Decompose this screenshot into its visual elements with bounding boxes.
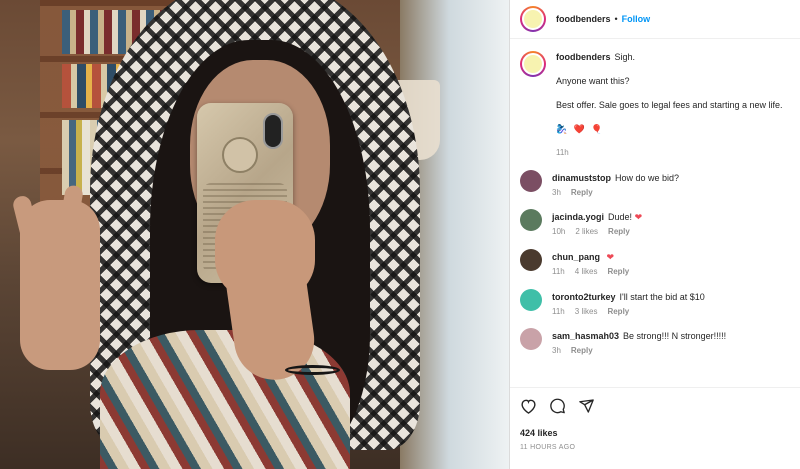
reply-button[interactable]: Reply [607, 267, 629, 276]
commenter-avatar[interactable] [520, 288, 542, 311]
post-photo[interactable] [0, 0, 509, 469]
comment-text: I'll start the bid at $10 [619, 291, 705, 302]
caption-username[interactable]: foodbenders [556, 52, 611, 62]
commenter-username[interactable]: sam_hasmah03 [552, 331, 619, 341]
bracelet [285, 365, 340, 375]
header-username[interactable]: foodbenders [556, 14, 611, 24]
comment-icon[interactable] [549, 398, 566, 414]
comments-section[interactable]: foodbenders Sigh. Anyone want this? Best … [510, 39, 800, 387]
caption-avatar[interactable] [520, 51, 546, 77]
follow-button[interactable]: Follow [622, 14, 651, 24]
reply-button[interactable]: Reply [571, 188, 593, 197]
comment-time[interactable]: 11h [552, 267, 565, 276]
comment-time[interactable]: 3h [552, 188, 561, 197]
reply-button[interactable]: Reply [607, 307, 629, 316]
post-caption: foodbenders Sigh. Anyone want this? Best … [520, 51, 790, 159]
comment-item: toronto2turkey I'll start the bid at $10 … [520, 288, 790, 318]
reply-button[interactable]: Reply [608, 227, 630, 236]
post-actions: 424 likes 11 HOURS AGO [510, 387, 800, 469]
comment-time[interactable]: 3h [552, 346, 561, 355]
heart-emoji: ❤ [606, 252, 615, 263]
phone-camera [263, 113, 283, 149]
phone-logo [222, 137, 258, 173]
caption-time[interactable]: 11h [556, 148, 569, 157]
comment-likes[interactable]: 3 likes [575, 307, 598, 316]
comment-time[interactable]: 11h [552, 307, 565, 316]
commenter-avatar[interactable] [520, 209, 542, 232]
separator-dot: • [614, 14, 618, 24]
heart-icon[interactable] [520, 398, 537, 414]
post-side-panel: foodbenders • Follow foodbenders Sigh. An… [509, 0, 800, 469]
post-header: foodbenders • Follow [510, 0, 800, 39]
comment-text: How do we bid? [615, 172, 680, 183]
profile-avatar[interactable] [520, 6, 546, 32]
hand-holding-phone [215, 200, 315, 300]
heart-emoji: ❤ [634, 212, 643, 223]
comment-item: chun_pang ❤ 11h 4 likes Reply [520, 249, 790, 278]
commenter-avatar[interactable] [520, 249, 542, 272]
commenter-avatar[interactable] [520, 328, 542, 351]
comment-likes[interactable]: 4 likes [575, 267, 598, 276]
commenter-username[interactable]: jacinda.yogi [552, 212, 604, 222]
reply-button[interactable]: Reply [571, 346, 593, 355]
instagram-post-view: foodbenders • Follow foodbenders Sigh. An… [0, 0, 800, 469]
comment-likes[interactable]: 2 likes [575, 227, 598, 236]
commenter-username[interactable]: dinamuststop [552, 173, 611, 183]
comment-text: Dude! [608, 212, 633, 223]
caption-line: Best offer. Sale goes to legal fees and … [556, 100, 783, 111]
caption-line: Anyone want this? [556, 76, 630, 87]
post-timestamp: 11 HOURS AGO [520, 444, 576, 451]
comment-time[interactable]: 10h [552, 227, 565, 236]
caption-line: Sigh. [614, 52, 636, 62]
caption-emojis: 🧞‍♀️ ❤️ 🎈 [556, 124, 605, 135]
commenter-username[interactable]: chun_pang [552, 252, 600, 262]
like-count[interactable]: 424 likes [520, 428, 790, 438]
commenter-avatar[interactable] [520, 169, 542, 192]
share-icon[interactable] [578, 398, 595, 414]
comment-item: jacinda.yogi Dude! ❤ 10h 2 likes Reply [520, 209, 790, 238]
comment-item: dinamuststop How do we bid? 3h Reply [520, 169, 790, 199]
comment-list: dinamuststop How do we bid? 3h Reply jacind… [520, 169, 790, 357]
commenter-username[interactable]: toronto2turkey [552, 292, 616, 302]
comment-text: Be strong!!! N stronger!!!!! [623, 331, 727, 342]
comment-item: sam_hasmah03 Be strong!!! N stronger!!!!!… [520, 328, 790, 357]
